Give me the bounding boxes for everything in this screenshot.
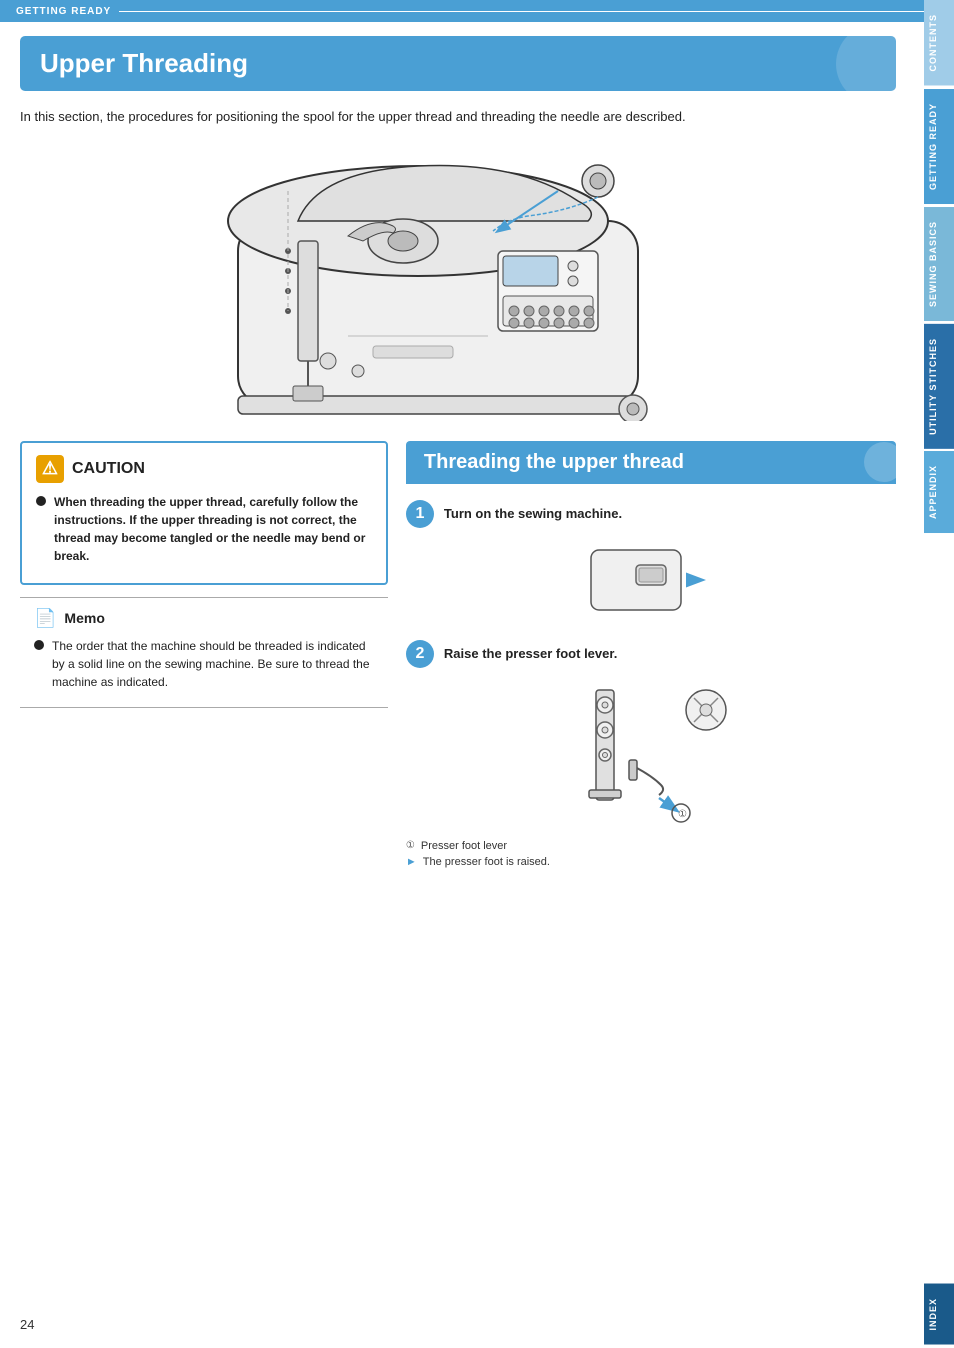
footnote-marker-1: ① [406, 840, 415, 851]
bullet-dot [36, 496, 46, 506]
caution-text: When threading the upper thread, careful… [54, 493, 372, 565]
footnote-result: ► The presser foot is raised. [406, 856, 896, 868]
step-1-instruction: Turn on the sewing machine. [444, 506, 622, 521]
sidebar-tab-sewing-basics[interactable]: SEWING BASICS [924, 207, 954, 321]
step-2-instruction: Raise the presser foot lever. [444, 646, 617, 661]
step-2-footnotes: ① Presser foot lever ► The presser foot … [406, 840, 896, 868]
presser-foot-svg: ① [551, 680, 751, 830]
right-sidebar: CONTENTS GETTING READY SEWING BASICS UTI… [916, 0, 954, 1348]
step-1-block: 1 Turn on the sewing machine. [406, 500, 896, 620]
memo-bullet [34, 640, 44, 650]
step-1-number: 1 [406, 500, 434, 528]
caution-icon: ⚠ [36, 455, 64, 483]
main-content: Upper Threading In this section, the pro… [0, 36, 916, 918]
memo-icon: 📄 [34, 608, 56, 629]
step-2-illustration: ① [406, 680, 896, 830]
memo-box: 📄 Memo The order that the machine should… [20, 597, 388, 708]
left-column: ⚠ CAUTION When threading the upper threa… [20, 441, 388, 888]
result-text: The presser foot is raised. [423, 856, 550, 868]
threading-deco [864, 442, 904, 482]
intro-text: In this section, the procedures for posi… [20, 107, 896, 127]
result-arrow: ► [406, 856, 417, 868]
step-2-block: 2 Raise the presser foot lever. [406, 640, 896, 868]
threading-title: Threading the upper thread [424, 451, 684, 474]
threading-title-block: Threading the upper thread [406, 441, 896, 484]
top-bar: GETTING READY [0, 0, 954, 22]
top-bar-divider [119, 11, 938, 12]
sidebar-tab-getting-ready[interactable]: GETTING READY [924, 89, 954, 204]
bottom-columns: ⚠ CAUTION When threading the upper threa… [20, 441, 896, 888]
step-1-header: 1 Turn on the sewing machine. [406, 500, 896, 528]
machine-illustration [198, 141, 718, 421]
page-title-block: Upper Threading [20, 36, 896, 91]
right-column: Threading the upper thread 1 Turn on the… [406, 441, 896, 888]
footnote-text-1: Presser foot lever [421, 840, 507, 852]
sidebar-tab-index[interactable]: INDEX [924, 1284, 954, 1345]
title-decoration [836, 36, 896, 91]
memo-item: The order that the machine should be thr… [34, 637, 374, 691]
step-2-number: 2 [406, 640, 434, 668]
sidebar-tab-appendix[interactable]: APPENDIX [924, 451, 954, 533]
power-button-svg [581, 540, 721, 620]
footnote-1: ① Presser foot lever [406, 840, 896, 852]
step-2-header: 2 Raise the presser foot lever. [406, 640, 896, 668]
step-1-illustration [406, 540, 896, 620]
sidebar-tab-contents[interactable]: CONTENTS [924, 0, 954, 86]
memo-header: 📄 Memo [34, 608, 374, 629]
svg-text:①: ① [678, 809, 687, 820]
caution-header: ⚠ CAUTION [36, 455, 372, 483]
sidebar-tab-utility-stitches[interactable]: UTILITY STITCHES [924, 324, 954, 449]
page-title: Upper Threading [40, 48, 248, 79]
caution-box: ⚠ CAUTION When threading the upper threa… [20, 441, 388, 585]
caution-item: When threading the upper thread, careful… [36, 493, 372, 565]
memo-title: Memo [64, 610, 104, 626]
caution-title: CAUTION [72, 460, 145, 478]
machine-svg [218, 141, 698, 421]
memo-text: The order that the machine should be thr… [52, 637, 374, 691]
page-number: 24 [20, 1317, 34, 1332]
caution-bold: When threading the upper thread, careful… [54, 495, 365, 563]
section-label: GETTING READY [16, 6, 111, 17]
